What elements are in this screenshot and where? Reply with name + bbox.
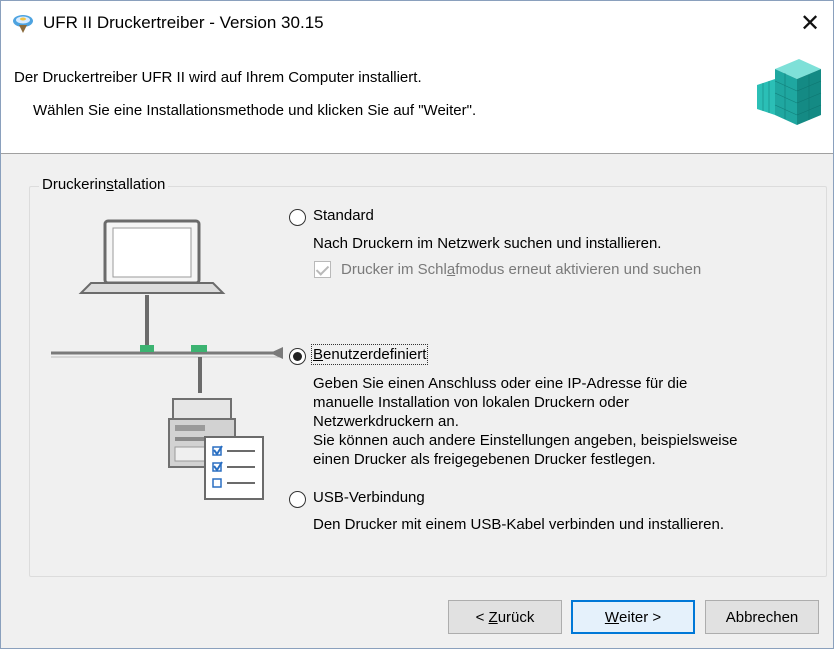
custom-description-line-5: einen Drucker als freigegebenen Drucker … [313, 451, 656, 468]
canon-cube-logo-icon [757, 59, 822, 125]
custom-description-line-1: Geben Sie einen Anschluss oder eine IP-A… [313, 375, 688, 392]
custom-description-line-2: manuelle Installation von lokalen Drucke… [313, 394, 630, 411]
sleep-mode-checkbox[interactable] [314, 261, 331, 278]
radio-standard-indicator[interactable] [289, 209, 306, 226]
next-button[interactable]: Weiter > [571, 600, 695, 634]
radio-usb-indicator[interactable] [289, 491, 306, 508]
laptop-icon [78, 219, 226, 294]
header-instruction-text: Wählen Sie eine Installationsmethode und… [33, 102, 477, 119]
custom-description-line-4: Sie können auch andere Einstellungen ang… [313, 432, 738, 449]
checklist-document-icon [204, 436, 264, 500]
window-title: UFR II Druckertreiber - Version 30.15 [43, 13, 324, 32]
radio-standard-label[interactable]: Standard [313, 207, 374, 224]
wizard-header: Der Druckertreiber UFR II wird auf Ihrem… [1, 45, 833, 154]
group-label: Druckerinstallation [39, 176, 169, 193]
network-illustration [51, 219, 283, 500]
cancel-button[interactable]: Abbrechen [705, 600, 819, 634]
close-button[interactable]: ✕ [787, 1, 833, 45]
close-icon: ✕ [799, 9, 821, 37]
printer-driver-icon [13, 15, 33, 33]
standard-description: Nach Druckern im Netzwerk suchen und ins… [313, 235, 662, 252]
custom-description-line-3: Netzwerkdruckern an. [313, 413, 459, 430]
header-intro-text: Der Druckertreiber UFR II wird auf Ihrem… [14, 69, 422, 86]
sleep-mode-checkbox-label: Drucker im Schlafmodus erneut aktivieren… [341, 261, 702, 278]
back-button[interactable]: < Zurück [448, 600, 562, 634]
usb-description: Den Drucker mit einem USB-Kabel verbinde… [313, 516, 725, 533]
radio-custom-label[interactable]: Benutzerdefiniert [310, 344, 429, 365]
title-bar: UFR II Druckertreiber - Version 30.15 ✕ [1, 1, 833, 45]
installer-window: UFR II Druckertreiber - Version 30.15 ✕ … [0, 0, 834, 649]
radio-usb-label[interactable]: USB-Verbindung [313, 489, 425, 506]
radio-custom-indicator[interactable] [289, 348, 306, 365]
